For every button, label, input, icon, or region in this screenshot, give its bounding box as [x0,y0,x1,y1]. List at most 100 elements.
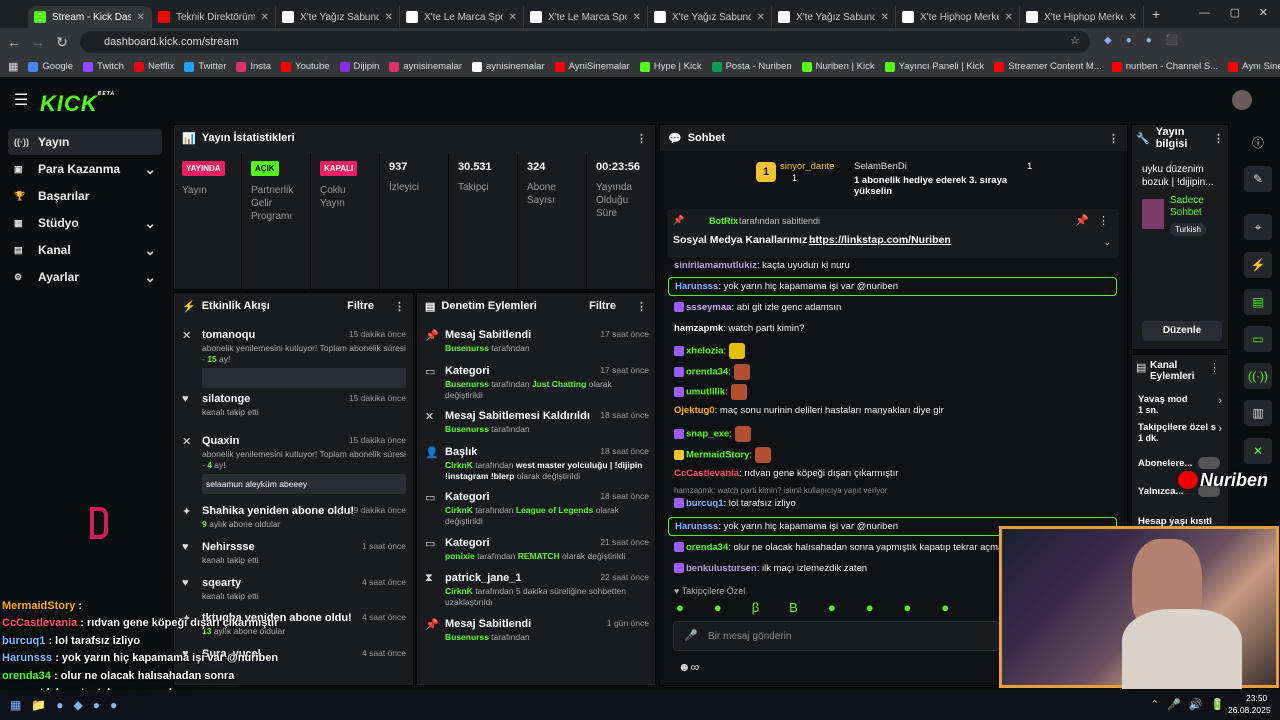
chat-icon[interactable]: ▭ [1244,326,1272,352]
more-icon[interactable]: ⋮ [636,300,647,313]
bookmark-item[interactable]: Aynı Sinemalar - Ça... [1228,61,1280,72]
chat-username[interactable]: snap_exe [686,429,729,440]
menu-icon[interactable]: ☰ [14,90,28,110]
bookmark-item[interactable]: Yayıncı Paneli | Kick [884,61,984,72]
chat-input[interactable]: 🎤 Bir mesaj gönderin [673,621,1000,651]
audit-user[interactable]: CirknK [445,586,473,596]
bookmark-item[interactable]: nuriben - Channel S... [1111,61,1218,72]
info-icon[interactable]: ⓘ [1244,130,1272,156]
close-tab-icon[interactable]: ✕ [137,12,145,23]
category-thumbnail[interactable] [1142,199,1164,229]
close-tab-icon[interactable]: ✕ [881,12,889,23]
taskbar-apps[interactable]: ▦📁●◆●● [10,698,127,712]
more-icon[interactable]: ⋮ [1213,132,1224,145]
chat-message[interactable]: hamzapmk: watch parti kimin? [674,323,804,334]
chat-username[interactable]: ssseymaa [686,302,731,313]
chat-username[interactable]: Harunsss [675,281,718,292]
chat-message[interactable]: xhelozia: [674,343,746,359]
chat-username[interactable]: Ojektug0 [674,405,715,416]
extension-icons[interactable]: ◆●●⬛ [1104,35,1192,46]
browser-tab[interactable]: X'te Hiphop Merkezi ✕ [1020,6,1144,28]
toggle-switch[interactable] [1198,457,1220,469]
bookmark-item[interactable]: Hype | Kick [639,61,702,72]
bookmark-item[interactable]: Youtube [280,61,330,72]
bookmark-item[interactable]: Twitter [184,61,226,72]
audit-user[interactable]: CirknK [445,505,473,515]
pencil-icon[interactable]: ✎ [1244,166,1272,192]
chat-message[interactable]: benkulustursen: ilk maçı izlemezdik zate… [674,563,867,574]
chat-username[interactable]: burcuq1 [686,498,723,509]
new-tab-button[interactable]: + [1152,6,1160,22]
bookmark-item[interactable]: Dijipin [339,61,379,72]
browser-tab[interactable]: X'te Yağız Sabuncuoğ ✕ [772,6,896,28]
close-window-button[interactable]: ✕ [1259,6,1268,19]
audit-user[interactable]: Busenurss [445,632,489,642]
bookmark-item[interactable]: Nuriben | Kick [801,61,875,72]
bookmark-item[interactable]: aynisinemalar [472,61,545,72]
chat-username[interactable]: siniriiamamutlukiz [674,260,757,271]
chat-message-highlighted[interactable]: Harunsss: yok yarın hiç kapamama işi var… [668,277,1117,296]
audit-user[interactable]: Busenurss [445,424,489,434]
bookmark-star-icon[interactable]: ☆ [1070,34,1080,47]
lightning-icon[interactable]: ⚡ [1244,252,1272,278]
more-icon[interactable]: ⋮ [394,300,405,313]
close-tab-icon[interactable]: ✕ [509,12,517,23]
chat-username[interactable]: MermaidStory [686,450,749,461]
back-icon[interactable]: ← [2,34,26,50]
tools-icon[interactable]: ✕ [1244,438,1272,464]
audit-user[interactable]: Busenurss [445,379,489,389]
channel-action-item[interactable]: Abonelere... [1138,457,1228,469]
audit-user[interactable]: Busenurss [445,343,489,353]
audit-user[interactable]: ponixie [445,551,475,561]
tray-icons[interactable]: ⌃🎤🔊🔋 [1150,698,1232,711]
chat-username[interactable]: orenda34 [686,367,728,378]
url-input[interactable]: dashboard.kick.com/stream [80,31,1090,53]
channel-action-item[interactable]: Yavaş mod 1 sn. › [1138,393,1228,415]
chat-message[interactable]: snap_exe: [674,426,751,442]
pinned-link[interactable]: https://linkstap.com/Nuriben [809,234,951,246]
more-icon[interactable]: ⋮ [1098,214,1109,227]
browser-tab[interactable]: X'te Le Marca Sports ✕ [524,6,648,28]
chat-message[interactable]: ssseymaa: abi git izle genc adamsın [674,302,841,313]
sidebar-item-stüdyo[interactable]: ▦ Stüdyo ⌄ [8,210,162,236]
bookmark-item[interactable]: Posta - Nuriben [711,61,792,72]
chevron-down-icon[interactable]: ⌄ [1103,237,1111,248]
browser-tab[interactable]: X'te Le Marca Sports ✕ [400,6,524,28]
printer-icon[interactable]: ▥ [1244,400,1272,426]
chat-message[interactable]: CcCastlevania: rıdvan gene köpeği dışarı… [674,468,898,479]
sidebar-item-ayarlar[interactable]: ⚙ Ayarlar ⌄ [8,264,162,290]
browser-tab[interactable]: X'te Hiphop Merkezi ✕ [896,6,1020,28]
chat-username[interactable]: umutlilik [686,387,725,398]
chat-message[interactable]: hamzapmk: watch parti kimin? isimli kull… [674,486,887,509]
maximize-button[interactable]: ▢ [1230,6,1240,19]
category-name[interactable]: Sadece Sohbet [1170,195,1226,219]
filter-button[interactable]: Filtre [589,300,616,312]
bookmark-item[interactable]: Twitch [83,61,124,72]
audit-user[interactable]: CirknK [445,460,473,470]
bookmark-item[interactable]: Insta [236,61,271,72]
avatar[interactable] [1232,90,1252,110]
sidebar-item-başarılar[interactable]: 🏆 Başarılar [8,183,162,209]
bookmark-item[interactable]: Netflix [133,61,174,72]
emoji-icon[interactable]: ☻∞ [678,660,699,674]
edit-button[interactable]: Düzenle [1142,321,1222,341]
chat-username[interactable]: orenda34 [686,542,728,553]
bookmark-item[interactable]: aynisinemalar [389,61,462,72]
chat-username[interactable]: Harunsss [675,521,718,532]
close-tab-icon[interactable]: ✕ [1005,12,1013,23]
browser-tab[interactable]: X'te Yağız Sabuncuoğ ✕ [276,6,400,28]
close-tab-icon[interactable]: ✕ [757,12,765,23]
focus-icon[interactable]: ⌖ [1244,214,1272,240]
close-tab-icon[interactable]: ✕ [1129,12,1137,23]
unpin-icon[interactable]: 📌 [1075,214,1089,227]
filter-button[interactable]: Filtre [347,300,374,312]
more-icon[interactable]: ⋮ [1209,361,1220,374]
close-tab-icon[interactable]: ✕ [385,12,393,23]
more-icon[interactable]: ⋮ [1108,132,1119,145]
broadcast-icon[interactable]: ((·)) [1244,363,1272,389]
reload-icon[interactable]: ↻ [50,34,74,51]
chat-message[interactable]: MermaidStory: [674,447,771,463]
kick-logo[interactable]: KICKBETA [40,91,115,117]
chat-message[interactable]: orenda34: [674,364,750,380]
channel-action-item[interactable]: Takipçilere özel s1 dk. › [1138,421,1228,443]
